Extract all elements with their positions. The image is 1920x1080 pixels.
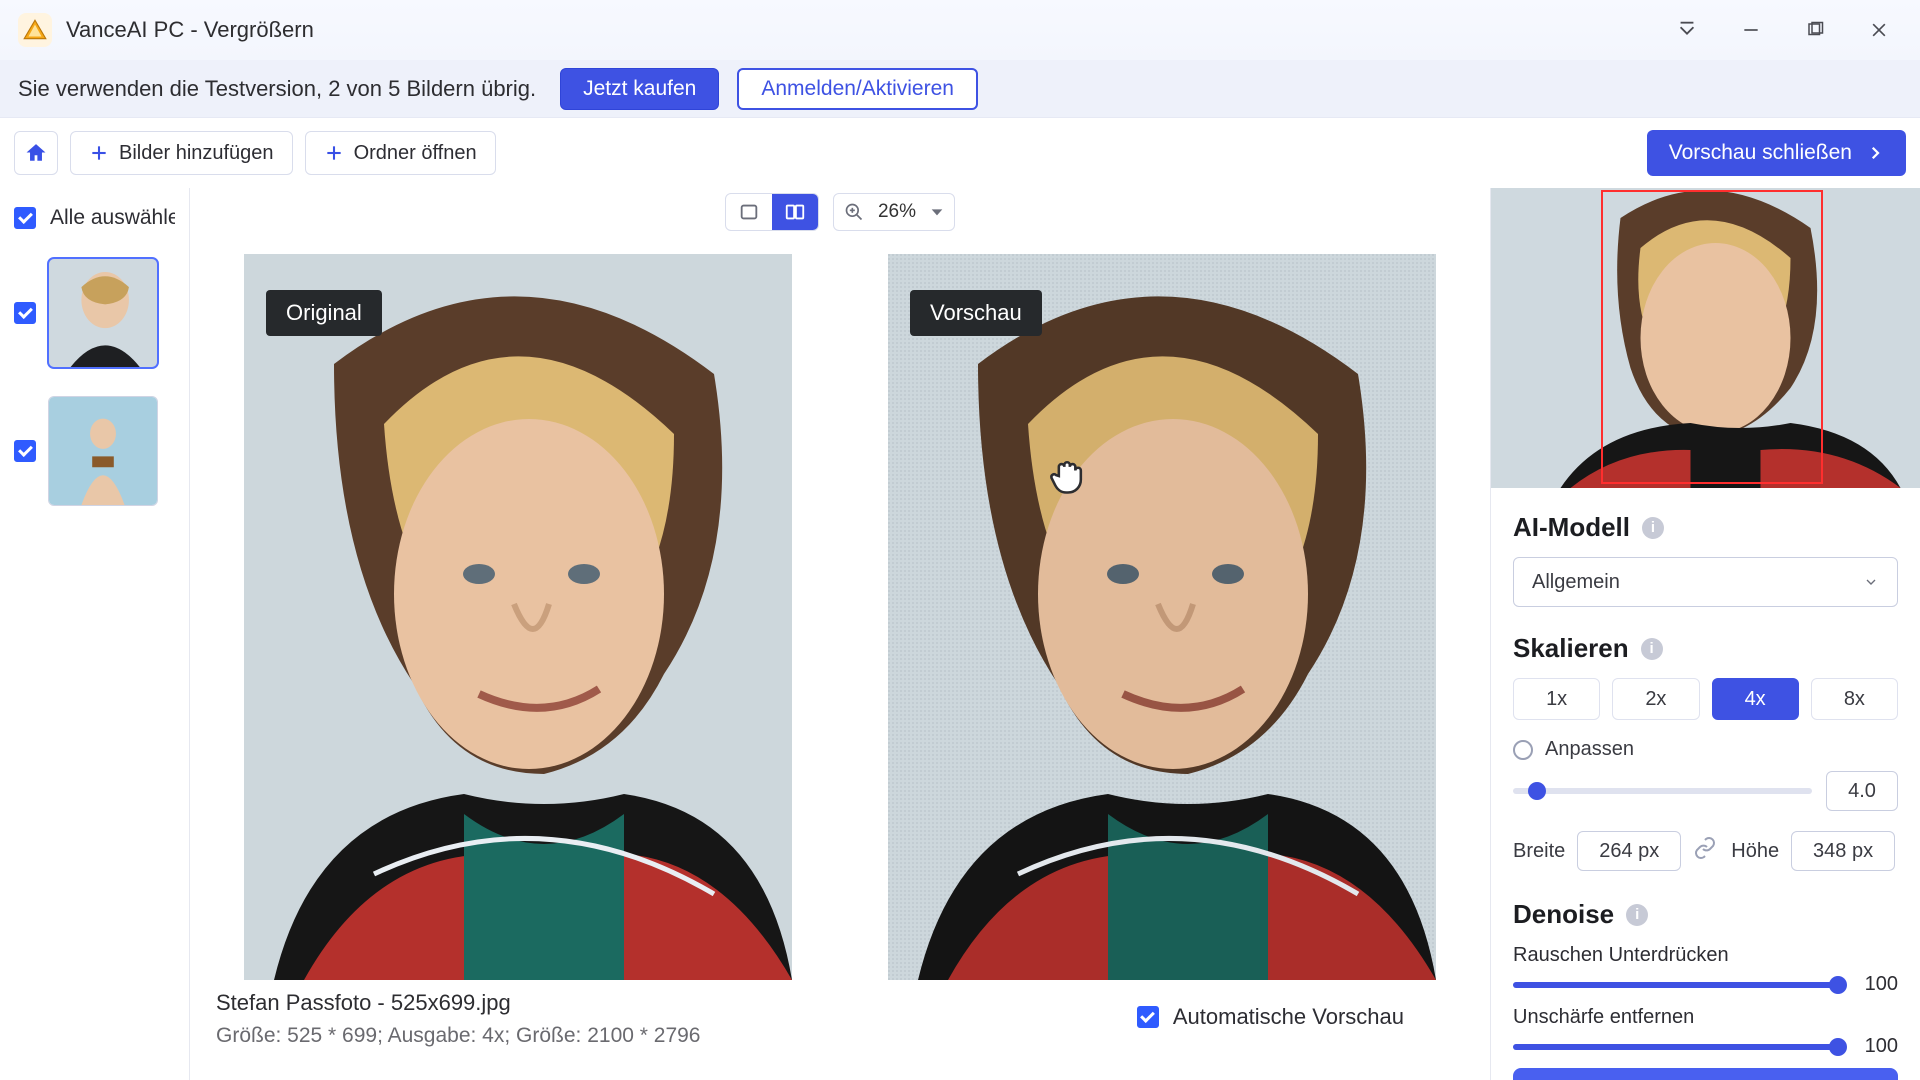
single-view-icon[interactable] — [726, 194, 772, 230]
navigator-viewport-box[interactable] — [1601, 190, 1823, 484]
close-button[interactable] — [1864, 20, 1894, 40]
thumbnail-checkbox[interactable] — [14, 302, 36, 324]
custom-scale-label: Anpassen — [1545, 738, 1634, 761]
open-folder-button[interactable]: Ordner öffnen — [305, 131, 496, 175]
scale-8x-button[interactable]: 8x — [1811, 678, 1898, 720]
titlebar: VanceAI PC - Vergrößern — [0, 0, 1920, 60]
preview-badge: Vorschau — [910, 290, 1042, 336]
trial-message: Sie verwenden die Testversion, 2 von 5 B… — [18, 76, 536, 102]
add-images-label: Bilder hinzufügen — [119, 142, 274, 165]
custom-scale-radio[interactable] — [1513, 740, 1533, 760]
zoom-in-icon[interactable] — [844, 202, 864, 222]
original-image-pane[interactable]: Original — [244, 254, 792, 980]
auto-preview-checkbox[interactable] — [1137, 1006, 1159, 1028]
toolbar: Bilder hinzufügen Ordner öffnen Vorschau… — [0, 118, 1920, 188]
window-title: VanceAI PC - Vergrößern — [66, 17, 314, 43]
thumbnail-strip: Alle auswählen — [0, 188, 190, 1080]
close-preview-button[interactable]: Vorschau schließen — [1647, 130, 1906, 176]
info-icon[interactable]: i — [1642, 517, 1664, 539]
deblur-label: Unschärfe entfernen — [1513, 1006, 1898, 1029]
select-all-checkbox[interactable] — [14, 207, 36, 229]
thumbnail-item[interactable] — [14, 396, 175, 506]
split-view-icon[interactable] — [772, 194, 818, 230]
maximize-button[interactable] — [1800, 21, 1830, 39]
width-label: Breite — [1513, 840, 1565, 863]
zoom-control[interactable]: 26% — [833, 193, 955, 231]
width-value[interactable]: 264 px — [1577, 831, 1681, 871]
info-icon[interactable]: i — [1626, 904, 1648, 926]
auto-preview-label: Automatische Vorschau — [1173, 1004, 1404, 1030]
scale-4x-button[interactable]: 4x — [1712, 678, 1799, 720]
info-icon[interactable]: i — [1641, 638, 1663, 660]
height-label: Höhe — [1731, 840, 1779, 863]
open-folder-label: Ordner öffnen — [354, 142, 477, 165]
noise-suppress-label: Rauschen Unterdrücken — [1513, 944, 1898, 967]
compare-area: 26% — [190, 188, 1490, 1080]
zoom-value: 26% — [878, 201, 916, 223]
navigator-preview[interactable] — [1491, 188, 1920, 488]
ai-model-value: Allgemein — [1532, 571, 1620, 594]
buy-now-button[interactable]: Jetzt kaufen — [560, 68, 719, 110]
thumbnail-image[interactable] — [48, 258, 158, 368]
compare-toolbar: 26% — [190, 184, 1490, 240]
denoise-heading: Denoise — [1513, 899, 1614, 930]
custom-scale-toggle[interactable]: Anpassen — [1513, 738, 1898, 761]
close-preview-label: Vorschau schließen — [1669, 141, 1852, 165]
custom-scale-slider[interactable] — [1513, 788, 1812, 794]
noise-suppress-value: 100 — [1854, 973, 1898, 996]
app-logo-icon — [18, 13, 52, 47]
auto-preview-toggle[interactable]: Automatische Vorschau — [1137, 1004, 1404, 1030]
minimize-button[interactable] — [1736, 20, 1766, 40]
scale-1x-button[interactable]: 1x — [1513, 678, 1600, 720]
chevron-down-icon[interactable] — [1672, 19, 1702, 41]
login-activate-button[interactable]: Anmelden/Aktivieren — [737, 68, 978, 110]
height-value[interactable]: 348 px — [1791, 831, 1895, 871]
deblur-slider[interactable] — [1513, 1044, 1838, 1050]
scale-2x-button[interactable]: 2x — [1612, 678, 1699, 720]
preview-image-pane[interactable]: Vorschau — [888, 254, 1436, 980]
filename-label: Stefan Passfoto - 525x699.jpg — [216, 990, 701, 1016]
deblur-value: 100 — [1854, 1035, 1898, 1058]
home-button[interactable] — [14, 131, 58, 175]
select-all-row[interactable]: Alle auswählen — [14, 206, 175, 230]
view-mode-segment[interactable] — [725, 193, 819, 231]
ai-model-select[interactable]: Allgemein — [1513, 557, 1898, 607]
add-images-button[interactable]: Bilder hinzufügen — [70, 131, 293, 175]
noise-suppress-slider[interactable] — [1513, 982, 1838, 988]
chevron-down-icon[interactable] — [930, 205, 944, 219]
thumbnail-image[interactable] — [48, 396, 158, 506]
settings-panel: AI-Modell i Allgemein Skalieren i 1x 2x … — [1490, 188, 1920, 1080]
thumbnail-checkbox[interactable] — [14, 440, 36, 462]
start-processing-button[interactable]: Start zum bearbeiten — [1513, 1068, 1898, 1080]
chevron-down-icon — [1863, 574, 1879, 590]
file-info-bar: Stefan Passfoto - 525x699.jpg Größe: 525… — [190, 980, 1490, 1080]
thumbnail-item[interactable] — [14, 258, 175, 368]
scale-heading: Skalieren — [1513, 633, 1629, 664]
link-icon[interactable] — [1693, 836, 1719, 866]
ai-model-heading: AI-Modell — [1513, 512, 1630, 543]
select-all-label: Alle auswählen — [50, 206, 175, 230]
original-badge: Original — [266, 290, 382, 336]
trial-bar: Sie verwenden die Testversion, 2 von 5 B… — [0, 60, 1920, 118]
file-meta-label: Größe: 525 * 699; Ausgabe: 4x; Größe: 21… — [216, 1024, 701, 1048]
custom-scale-value[interactable]: 4.0 — [1826, 771, 1898, 811]
